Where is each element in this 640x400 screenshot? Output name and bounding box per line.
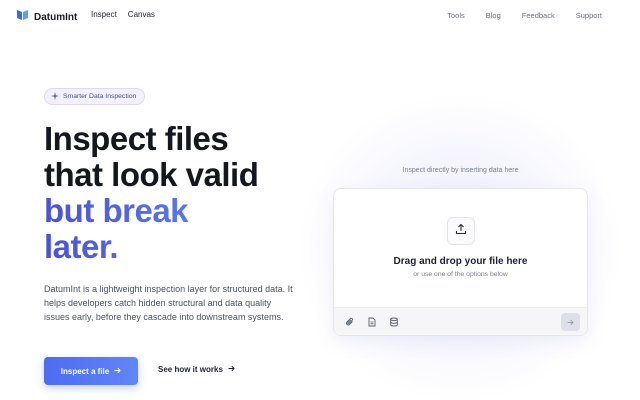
see-how-it-works-link[interactable]: See how it works: [158, 365, 235, 374]
file-dropzone[interactable]: Drag and drop your file here or use one …: [333, 188, 588, 336]
arrow-right-icon: [114, 367, 121, 376]
book-logo-icon: [16, 8, 29, 26]
uploader-label: Inspect directly by inserting data here: [402, 167, 519, 174]
send-button[interactable]: [561, 313, 580, 331]
inspect-file-button-label: Inspect a file: [60, 366, 110, 376]
paperclip-icon[interactable]: [344, 316, 356, 328]
hero-headline: Inspect files that look valid but break …: [44, 121, 304, 265]
top-nav: DatumInt Inspect Canvas Tools Blog Feedb…: [0, 0, 640, 32]
nav-link-support[interactable]: Support: [576, 11, 602, 20]
nav-link-feedback[interactable]: Feedback: [522, 11, 555, 20]
sparkle-icon: [51, 91, 59, 102]
arrow-right-icon: [228, 365, 235, 374]
nav-link-blog[interactable]: Blog: [486, 11, 501, 20]
upload-button[interactable]: [447, 217, 475, 245]
nav-link-canvas[interactable]: Canvas: [128, 10, 155, 19]
nav-link-inspect[interactable]: Inspect: [91, 10, 117, 19]
primary-nav: Inspect Canvas: [91, 10, 155, 19]
hero-description: DatumInt is a lightweight inspection lay…: [44, 284, 293, 322]
arrow-right-icon: [567, 313, 574, 331]
inspect-file-button[interactable]: Inspect a file: [44, 357, 138, 385]
nav-link-tools[interactable]: Tools: [447, 11, 465, 20]
dropzone-toolbar: [334, 307, 587, 335]
secondary-nav: Tools Blog Feedback Support: [447, 11, 602, 20]
database-icon[interactable]: [388, 316, 400, 328]
headline-line-2: that look valid: [44, 156, 259, 193]
upload-icon: [455, 222, 467, 240]
headline-line-1: Inspect files: [44, 120, 229, 157]
feature-badge: Smarter Data Inspection: [44, 88, 146, 105]
dropzone-title: Drag and drop your file here: [393, 256, 528, 267]
brand-name: DatumInt: [34, 11, 78, 23]
document-icon[interactable]: [366, 316, 378, 328]
headline-line-4: later.: [44, 229, 304, 265]
headline-line-3: but break: [44, 193, 304, 229]
feature-badge-label: Smarter Data Inspection: [63, 93, 137, 100]
dropzone-subtitle: or use one of the options below: [413, 271, 508, 278]
brand-logo[interactable]: DatumInt: [16, 8, 77, 26]
see-how-it-works-label: See how it works: [158, 365, 223, 374]
